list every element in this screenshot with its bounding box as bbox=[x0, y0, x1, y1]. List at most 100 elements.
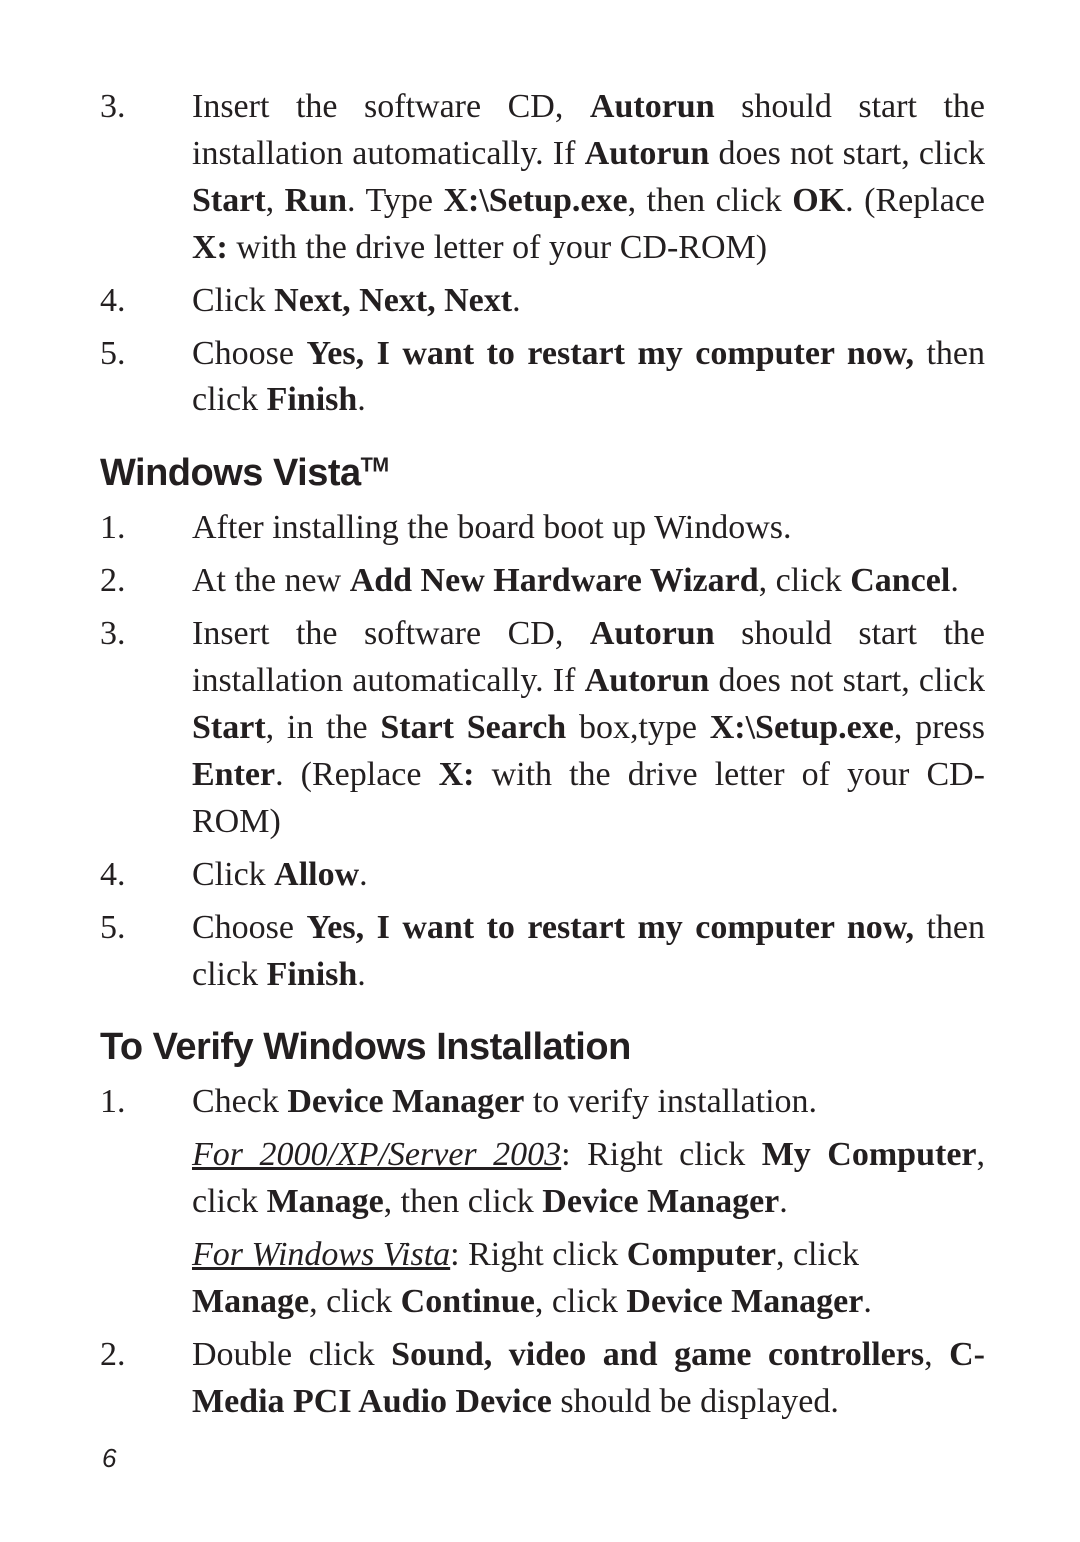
list-item: 4. Click Next, Next, Next. bbox=[100, 278, 985, 325]
list-item: 2. Double click Sound, video and game co… bbox=[100, 1332, 985, 1426]
item-number: 4. bbox=[100, 278, 192, 325]
text: . Type bbox=[347, 182, 443, 219]
heading-verify-install: To Verify Windows Installation bbox=[100, 1026, 985, 1069]
text: : Right click bbox=[450, 1236, 627, 1273]
heading-text: Windows Vista bbox=[100, 452, 361, 494]
bold: Yes, I want to restart my computer now, bbox=[307, 909, 914, 946]
bold: Enter bbox=[192, 756, 275, 793]
bold: X: bbox=[439, 756, 475, 793]
text: should be displayed. bbox=[552, 1383, 839, 1420]
list-item: 1. Check Device Manager to verify instal… bbox=[100, 1079, 985, 1326]
item-number: 5. bbox=[100, 905, 192, 999]
bold: X: bbox=[192, 229, 228, 266]
text: Choose bbox=[192, 335, 307, 372]
bold: Cancel bbox=[850, 562, 950, 599]
bold: Continue bbox=[401, 1283, 535, 1320]
text: . (Replace bbox=[275, 756, 439, 793]
text: . (Replace bbox=[845, 182, 985, 219]
item-number: 3. bbox=[100, 84, 192, 272]
document-page: 3. Insert the software CD, Autorun shoul… bbox=[0, 0, 1080, 1542]
trademark-symbol: TM bbox=[361, 455, 389, 477]
item-text: Choose Yes, I want to restart my compute… bbox=[192, 331, 985, 425]
text: At the new bbox=[192, 562, 350, 599]
text: . bbox=[357, 381, 366, 418]
bold: Device Manager bbox=[626, 1283, 863, 1320]
text: to verify installation. bbox=[524, 1083, 817, 1120]
bold: Sound, video and game controllers bbox=[391, 1336, 924, 1373]
text: After installing the board boot up Windo… bbox=[192, 509, 792, 546]
text: . bbox=[359, 856, 368, 893]
item-number: 1. bbox=[100, 505, 192, 552]
text: , bbox=[266, 182, 285, 219]
item-text: Check Device Manager to verify installat… bbox=[192, 1079, 985, 1326]
text: . bbox=[779, 1183, 788, 1220]
bold: Allow bbox=[274, 856, 359, 893]
text: box,type bbox=[566, 709, 710, 746]
text: , click bbox=[759, 562, 851, 599]
item-number: 4. bbox=[100, 852, 192, 899]
text: , in the bbox=[266, 709, 381, 746]
text: . bbox=[357, 956, 366, 993]
bold: Manage bbox=[192, 1283, 309, 1320]
item-text: Insert the software CD, Autorun should s… bbox=[192, 611, 985, 846]
bold: Start bbox=[192, 182, 266, 219]
item-number: 1. bbox=[100, 1079, 192, 1326]
text: Insert the software CD, bbox=[192, 88, 590, 125]
heading-windows-vista: Windows VistaTM bbox=[100, 452, 985, 495]
bold: Autorun bbox=[585, 135, 710, 172]
text: . bbox=[863, 1283, 872, 1320]
text: : Right click bbox=[561, 1136, 762, 1173]
bold: Yes, I want to restart my computer now, bbox=[307, 335, 914, 372]
item-text: Click Allow. bbox=[192, 852, 985, 899]
ordered-list-c: 1. Check Device Manager to verify instal… bbox=[100, 1079, 985, 1425]
ordered-list-b: 1. After installing the board boot up Wi… bbox=[100, 505, 985, 998]
underline-italic: For Windows Vista bbox=[192, 1236, 450, 1273]
bold: Autorun bbox=[585, 662, 710, 699]
item-text: Choose Yes, I want to restart my compute… bbox=[192, 905, 985, 999]
item-text: Insert the software CD, Autorun should s… bbox=[192, 84, 985, 272]
bold: My Computer bbox=[762, 1136, 977, 1173]
text: Choose bbox=[192, 909, 307, 946]
text: with the drive letter of your CD-ROM) bbox=[228, 229, 767, 266]
bold: Autorun bbox=[590, 88, 715, 125]
list-item: 5. Choose Yes, I want to restart my comp… bbox=[100, 905, 985, 999]
bold: Start bbox=[192, 709, 266, 746]
text: Click bbox=[192, 282, 274, 319]
bold: Device Manager bbox=[287, 1083, 524, 1120]
text: . bbox=[950, 562, 959, 599]
list-item: 4. Click Allow. bbox=[100, 852, 985, 899]
text: does not start, click bbox=[709, 662, 985, 699]
text: , click bbox=[535, 1283, 627, 1320]
bold: Device Manager bbox=[542, 1183, 779, 1220]
bold: OK bbox=[792, 182, 845, 219]
list-item: 3. Insert the software CD, Autorun shoul… bbox=[100, 611, 985, 846]
bold: Computer bbox=[627, 1236, 776, 1273]
item-number: 5. bbox=[100, 331, 192, 425]
text: , click bbox=[309, 1283, 401, 1320]
underline-italic: For 2000/XP/Server 2003 bbox=[192, 1136, 561, 1173]
text: does not start, click bbox=[709, 135, 985, 172]
bold: Next, Next, Next bbox=[274, 282, 512, 319]
text: Insert the software CD, bbox=[192, 615, 590, 652]
list-item: 3. Insert the software CD, Autorun shoul… bbox=[100, 84, 985, 272]
text: Double click bbox=[192, 1336, 391, 1373]
list-item: 5. Choose Yes, I want to restart my comp… bbox=[100, 331, 985, 425]
text: , press bbox=[894, 709, 985, 746]
list-item: 2. At the new Add New Hardware Wizard, c… bbox=[100, 558, 985, 605]
bold: X:\Setup.exe bbox=[443, 182, 627, 219]
item-number: 2. bbox=[100, 1332, 192, 1426]
page-number: 6 bbox=[102, 1443, 116, 1474]
bold: Autorun bbox=[590, 615, 715, 652]
bold: Add New Hardware Wizard bbox=[350, 562, 759, 599]
bold: Finish bbox=[267, 956, 358, 993]
text: , bbox=[924, 1336, 949, 1373]
ordered-list-a: 3. Insert the software CD, Autorun shoul… bbox=[100, 84, 985, 424]
item-text: At the new Add New Hardware Wizard, clic… bbox=[192, 558, 985, 605]
list-item: 1. After installing the board boot up Wi… bbox=[100, 505, 985, 552]
text: Click bbox=[192, 856, 274, 893]
item-number: 3. bbox=[100, 611, 192, 846]
bold: Start Search bbox=[380, 709, 566, 746]
text: Check bbox=[192, 1083, 287, 1120]
text: , then click bbox=[384, 1183, 543, 1220]
text: , then click bbox=[628, 182, 793, 219]
